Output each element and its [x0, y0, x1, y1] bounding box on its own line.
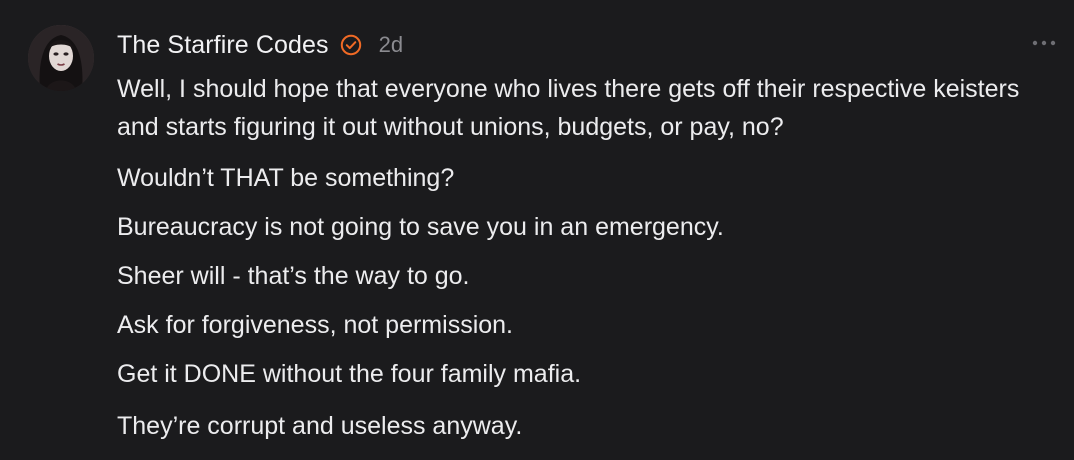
comment-paragraph: Ask for forgiveness, not permission.	[117, 311, 513, 339]
verified-check-icon	[340, 34, 362, 56]
comment-paragraph: Bureaucracy is not going to save you in …	[117, 213, 724, 241]
author-name[interactable]: The Starfire Codes	[117, 31, 329, 60]
comment-body: Well, I should hope that everyone who li…	[117, 70, 1057, 445]
comment-paragraph: Get it DONE without the four family mafi…	[117, 360, 582, 388]
comment-paragraph: Sheer will - that’s the way to go.	[117, 262, 470, 290]
comment-paragraph: They’re corrupt and useless anyway.	[117, 412, 523, 440]
comment-paragraph: Wouldn’t THAT be something?	[117, 164, 455, 192]
comment-timestamp: 2d	[378, 32, 404, 57]
more-horizontal-icon[interactable]	[1031, 36, 1057, 50]
comment-paragraph: Well, I should hope that everyone who li…	[117, 75, 1020, 141]
comment-header: The Starfire Codes 2d	[117, 29, 403, 61]
author-avatar[interactable]	[28, 25, 94, 91]
avatar-image	[28, 25, 94, 91]
